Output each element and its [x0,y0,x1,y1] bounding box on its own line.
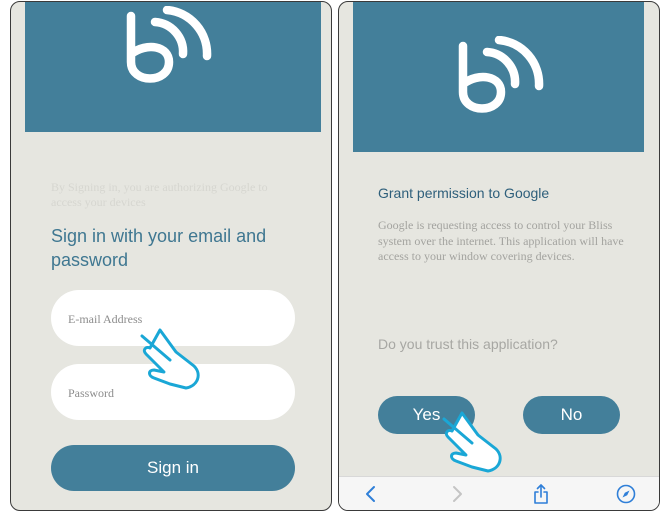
brand-header [25,2,321,132]
sign-in-screen: By Signing in, you are authorizing Googl… [10,1,332,511]
authorization-notice: By Signing in, you are authorizing Googl… [51,180,268,209]
browser-toolbar [339,476,659,510]
yes-label: Yes [412,405,441,424]
grant-permission-title: Grant permission to Google [378,185,550,201]
grant-permission-description: Google is requesting access to control y… [378,218,624,263]
compass-icon[interactable] [616,484,636,504]
chevron-right-icon[interactable] [447,484,467,504]
chevron-left-icon[interactable] [361,484,381,504]
bliss-logo-icon [458,36,544,113]
brand-header [353,2,644,152]
password-placeholder: Password [68,386,115,400]
bliss-logo-icon [126,6,212,83]
tap-hand-icon [442,411,502,473]
no-button[interactable]: No [523,396,620,434]
tap-hand-icon [140,328,200,390]
trust-question: Do you trust this application? [378,336,558,352]
no-label: No [560,405,583,424]
sign-in-label: Sign in [147,458,199,477]
email-placeholder: E-mail Address [68,312,143,326]
sign-in-button[interactable]: Sign in [51,445,295,491]
sign-in-heading: Sign in with your email and password [51,226,267,270]
share-icon[interactable] [531,484,551,504]
